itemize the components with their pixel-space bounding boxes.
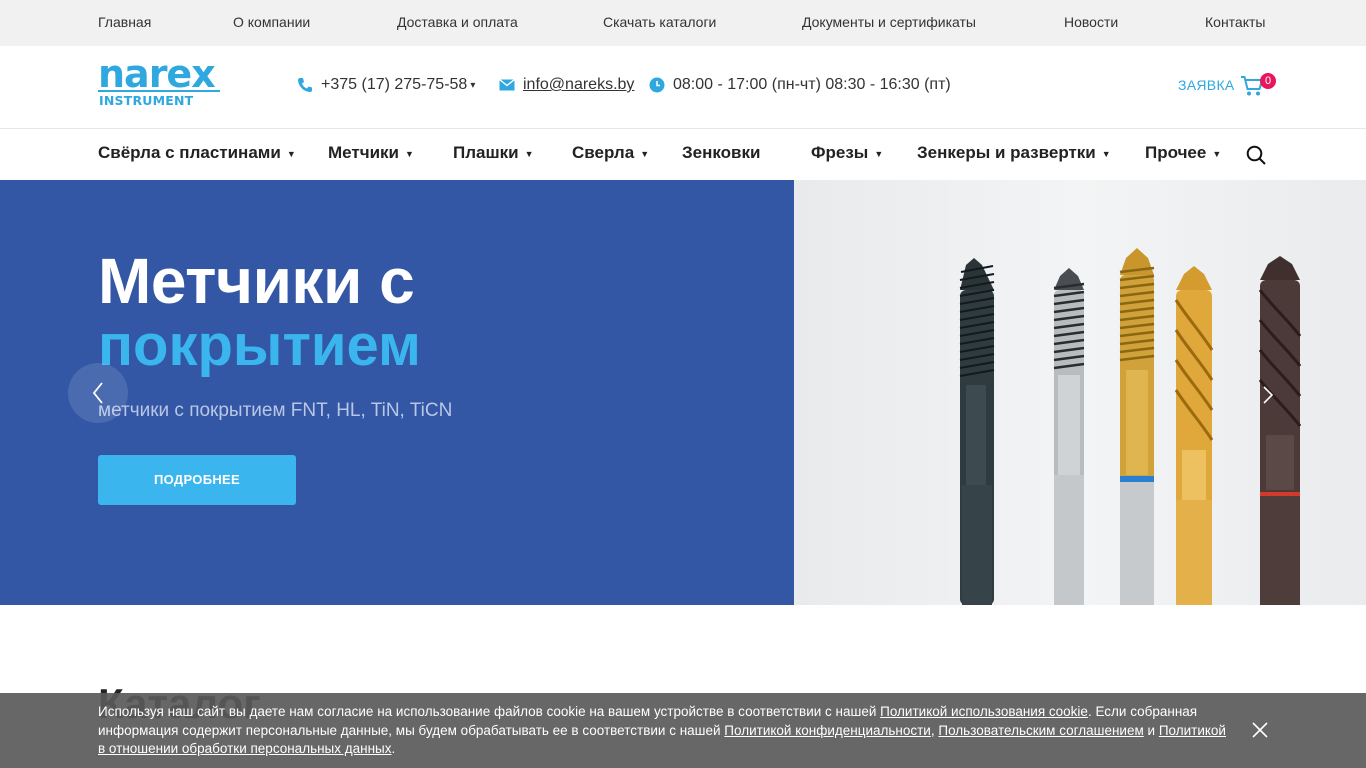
slider-prev-button[interactable] bbox=[68, 363, 128, 423]
top-link-home[interactable]: Главная bbox=[98, 14, 151, 30]
close-icon[interactable] bbox=[1252, 722, 1268, 738]
site-header: narex INSTRUMENT +375 (17) 275-75-58 ▾ i… bbox=[0, 46, 1366, 129]
nav-item-label: Сверла bbox=[572, 143, 635, 162]
cookie-policy-link[interactable]: Политикой использования cookie bbox=[880, 704, 1088, 719]
top-links-bar: Главная О компании Доставка и оплата Ска… bbox=[0, 0, 1366, 46]
request-link[interactable]: ЗАЯВКА bbox=[1178, 77, 1235, 93]
logo-underline bbox=[98, 90, 220, 92]
cart-count-badge: 0 bbox=[1260, 73, 1276, 89]
caret-down-icon: ▾ bbox=[470, 79, 476, 91]
nav-item-countersinks[interactable]: Зенковки bbox=[682, 143, 760, 163]
caret-down-icon: ▼ bbox=[1101, 148, 1111, 159]
nav-item-reamers[interactable]: Зенкеры и развертки ▼ bbox=[917, 143, 1111, 163]
cookie-banner: Используя наш сайт вы даете нам согласие… bbox=[0, 693, 1366, 768]
nav-item-other[interactable]: Прочее ▼ bbox=[1145, 143, 1221, 163]
nav-item-plate-drills[interactable]: Свёрла с пластинами ▼ bbox=[98, 143, 296, 163]
nav-item-label: Плашки bbox=[453, 143, 519, 162]
logo-subtitle: INSTRUMENT bbox=[99, 93, 194, 108]
top-link-delivery[interactable]: Доставка и оплата bbox=[397, 14, 518, 30]
search-icon[interactable] bbox=[1246, 145, 1266, 165]
phone-number: +375 (17) 275-75-58 bbox=[321, 76, 468, 93]
main-nav: Свёрла с пластинами ▼ Метчики ▼ Плашки ▼ Св… bbox=[0, 129, 1366, 180]
logo[interactable]: narex INSTRUMENT bbox=[98, 54, 222, 110]
logo-word: narex bbox=[98, 52, 216, 96]
nav-item-label: Свёрла с пластинами bbox=[98, 143, 281, 162]
cookie-text: Используя наш сайт вы даете нам согласие… bbox=[98, 703, 1233, 759]
cookie-text-part: Используя наш сайт вы даете нам согласие… bbox=[98, 704, 881, 719]
user-agreement-link[interactable]: Пользовательским соглашением bbox=[938, 723, 1143, 738]
nav-item-taps[interactable]: Метчики ▼ bbox=[328, 143, 414, 163]
hero-title-line1: Метчики с bbox=[98, 245, 415, 317]
phone-icon bbox=[298, 78, 312, 92]
nav-item-label: Метчики bbox=[328, 143, 399, 162]
top-link-about[interactable]: О компании bbox=[233, 14, 310, 30]
hero-slider: Метчики с покрытием метчики с покрытием … bbox=[0, 180, 1366, 605]
top-link-documents[interactable]: Документы и сертификаты bbox=[802, 14, 976, 30]
nav-item-drills[interactable]: Сверла ▼ bbox=[572, 143, 649, 163]
email-link[interactable]: info@nareks.by bbox=[499, 76, 634, 94]
caret-down-icon: ▼ bbox=[640, 148, 650, 159]
chevron-right-icon[interactable] bbox=[1258, 383, 1278, 407]
hero-title-line2: покрытием bbox=[98, 313, 421, 378]
privacy-policy-link[interactable]: Политикой конфиденциальности bbox=[724, 723, 931, 738]
nav-item-dies[interactable]: Плашки ▼ bbox=[453, 143, 534, 163]
top-link-news[interactable]: Новости bbox=[1064, 14, 1118, 30]
top-link-catalogs[interactable]: Скачать каталоги bbox=[603, 14, 716, 30]
mail-icon bbox=[499, 79, 515, 91]
hero-more-button[interactable]: ПОДРОБНЕЕ bbox=[98, 455, 296, 505]
hero-subtitle: метчики с покрытием FNT, HL, TiN, TiCN bbox=[98, 400, 453, 421]
work-hours-text: 08:00 - 17:00 (пн-чт) 08:30 - 16:30 (пт) bbox=[673, 76, 951, 93]
clock-icon bbox=[649, 77, 665, 93]
chevron-left-icon bbox=[92, 382, 103, 404]
email-address: info@nareks.by bbox=[523, 76, 635, 93]
caret-down-icon: ▼ bbox=[1212, 148, 1222, 159]
phone-dropdown[interactable]: +375 (17) 275-75-58 ▾ bbox=[297, 76, 475, 94]
caret-down-icon: ▼ bbox=[405, 148, 414, 159]
work-hours: 08:00 - 17:00 (пн-чт) 08:30 - 16:30 (пт) bbox=[649, 76, 951, 94]
nav-item-label: Прочее bbox=[1145, 143, 1207, 162]
cookie-text-part: и bbox=[1143, 722, 1159, 738]
taps-product-image bbox=[794, 180, 1366, 605]
caret-down-icon: ▼ bbox=[524, 148, 534, 159]
top-link-contacts[interactable]: Контакты bbox=[1205, 14, 1265, 30]
nav-item-label: Зенковки bbox=[682, 143, 761, 162]
caret-down-icon: ▼ bbox=[286, 148, 296, 159]
nav-item-label: Фрезы bbox=[811, 143, 869, 162]
cookie-text-part: . bbox=[391, 741, 396, 756]
nav-item-mills[interactable]: Фрезы ▼ bbox=[811, 143, 883, 163]
caret-down-icon: ▼ bbox=[874, 148, 884, 159]
nav-item-label: Зенкеры и развертки bbox=[917, 143, 1096, 162]
